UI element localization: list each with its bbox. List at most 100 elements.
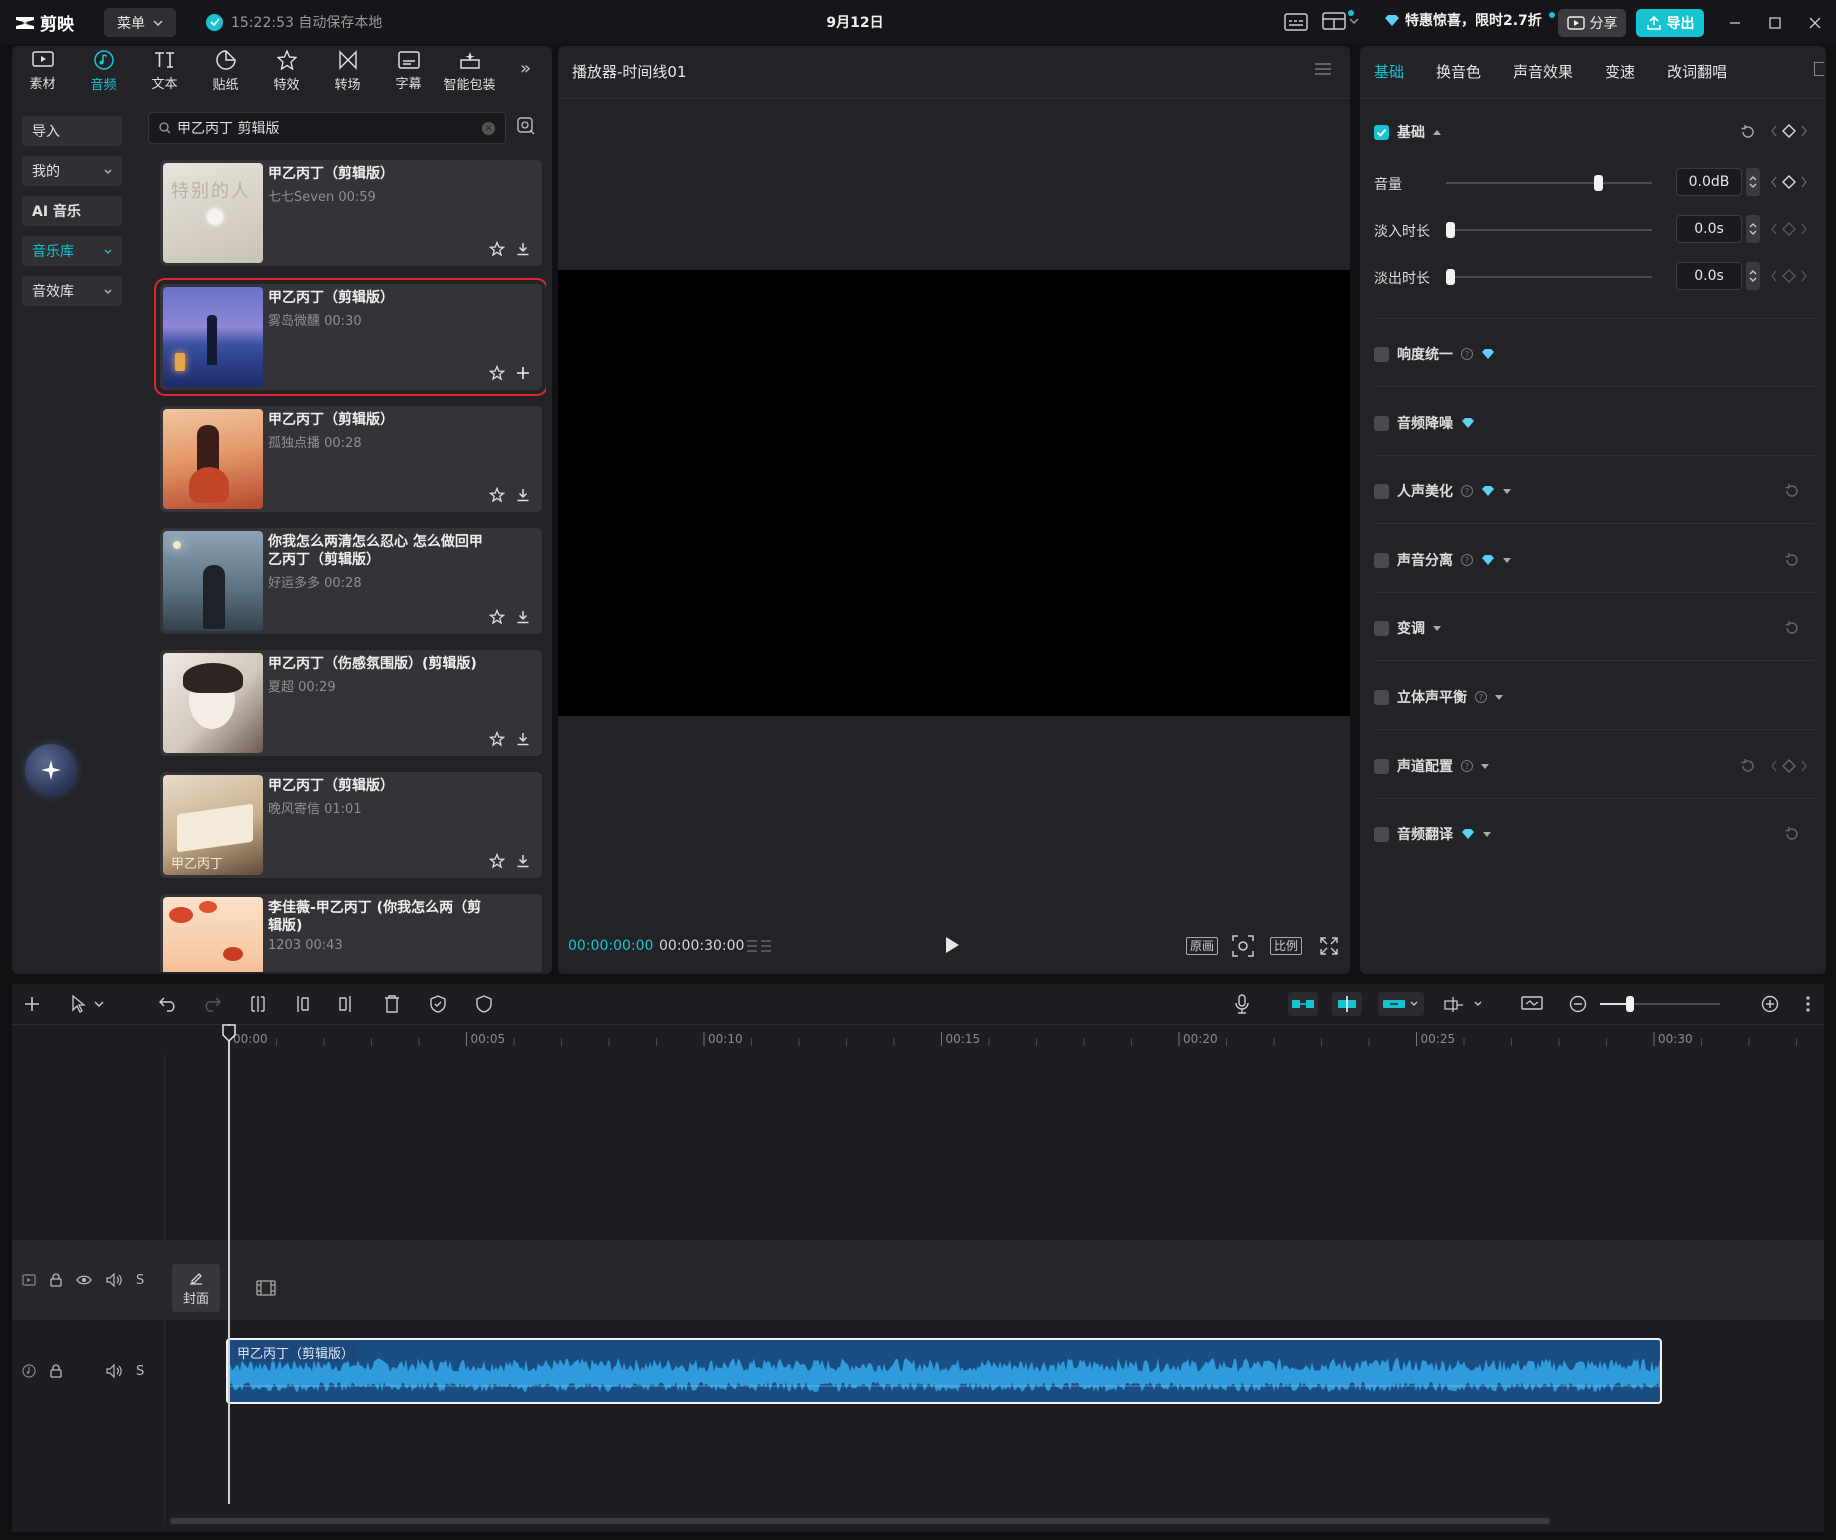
volume-keyframe-nav[interactable] <box>1770 175 1808 189</box>
feature-row[interactable]: 音频降噪 <box>1374 409 1814 437</box>
delete-icon[interactable] <box>380 992 404 1016</box>
play-button[interactable] <box>944 936 960 954</box>
help-icon[interactable]: ? <box>1461 554 1473 566</box>
tab-media[interactable]: 素材 <box>12 46 73 96</box>
main-video-track[interactable] <box>12 1240 1824 1320</box>
caret-down-icon[interactable] <box>1495 694 1503 700</box>
basic-section-header[interactable]: 基础 <box>1374 122 1441 142</box>
more-options-icon[interactable] <box>1796 992 1820 1016</box>
hamburger-menu-icon[interactable] <box>1314 62 1332 76</box>
eye-icon[interactable] <box>76 1274 92 1286</box>
add-to-track-icon[interactable] <box>512 362 534 384</box>
download-icon[interactable] <box>512 850 534 872</box>
fadeout-input[interactable]: 0.0s <box>1676 262 1742 290</box>
split-right-icon[interactable] <box>334 992 358 1016</box>
favorite-icon[interactable] <box>486 238 508 260</box>
lock-icon[interactable] <box>50 1364 62 1378</box>
download-icon[interactable] <box>512 238 534 260</box>
preview-axis-icon[interactable] <box>1442 992 1488 1016</box>
shield-check-icon[interactable] <box>426 992 450 1016</box>
clear-search-icon[interactable]: × <box>482 121 495 135</box>
panel-collapse-icon[interactable] <box>1814 62 1824 76</box>
split-left-icon[interactable] <box>290 992 314 1016</box>
volume-slider-handle[interactable] <box>1594 175 1603 191</box>
help-icon[interactable]: ? <box>1461 348 1473 360</box>
keyframe-nav[interactable] <box>1770 124 1808 138</box>
focus-icon[interactable] <box>1232 934 1254 958</box>
volume-slider[interactable] <box>1446 182 1652 184</box>
original-quality-button[interactable]: 原画 <box>1186 934 1219 958</box>
select-tool-icon[interactable] <box>68 992 108 1016</box>
tab-audio[interactable]: 音频 <box>73 46 134 96</box>
shield-icon[interactable] <box>472 992 496 1016</box>
feature-row[interactable]: 音频翻译 <box>1374 820 1814 848</box>
fullscreen-icon[interactable] <box>1320 934 1338 958</box>
zoom-in-icon[interactable] <box>1758 992 1782 1016</box>
tab-basic[interactable]: 基础 <box>1374 61 1404 82</box>
add-track-icon[interactable] <box>20 992 44 1016</box>
song-card[interactable]: 甲乙丙丁（伤感氛围版）(剪辑版) 夏超 00:29 <box>160 650 542 756</box>
fadein-stepper[interactable] <box>1746 215 1760 243</box>
tab-sound-effects[interactable]: 声音效果 <box>1513 61 1573 82</box>
cover-button[interactable]: 封面 <box>172 1264 220 1312</box>
reset-icon[interactable] <box>1784 483 1800 499</box>
volume-stepper[interactable] <box>1746 168 1760 196</box>
side-cat-mine[interactable]: 我的 <box>22 156 122 186</box>
tab-voice-change[interactable]: 换音色 <box>1436 61 1481 82</box>
download-icon[interactable] <box>512 606 534 628</box>
ai-assistant-button[interactable] <box>25 744 77 796</box>
favorite-icon[interactable] <box>486 850 508 872</box>
playhead-handle[interactable] <box>222 1024 236 1042</box>
volume-input[interactable]: 0.0dB <box>1676 168 1742 196</box>
help-icon[interactable]: ? <box>1461 760 1473 772</box>
caret-down-icon[interactable] <box>1483 831 1491 837</box>
search-input[interactable] <box>177 120 476 136</box>
favorite-icon[interactable] <box>486 606 508 628</box>
fadeout-stepper[interactable] <box>1746 262 1760 290</box>
feature-checkbox[interactable] <box>1374 552 1389 568</box>
keyframe-icon[interactable] <box>1782 124 1796 138</box>
caret-down-icon[interactable] <box>1433 625 1441 631</box>
song-card[interactable]: 李佳薇-甲乙丙丁 (你我怎么两（剪辑版) 1203 00:43 <box>160 894 542 972</box>
download-icon[interactable] <box>512 728 534 750</box>
tab-speed[interactable]: 变速 <box>1605 61 1635 82</box>
help-icon[interactable]: ? <box>1461 485 1473 497</box>
tab-cover-song[interactable]: 改词翻唱 <box>1667 61 1727 82</box>
song-card[interactable]: 甲乙丙丁 甲乙丙丁（剪辑版） 晚风寄信 01:01 <box>160 772 542 878</box>
side-cat-sound-effects[interactable]: 音效库 <box>22 276 122 306</box>
fadein-input[interactable]: 0.0s <box>1676 215 1742 243</box>
more-tabs-icon[interactable]: » <box>520 58 531 79</box>
menu-button[interactable]: 菜单 <box>104 8 176 37</box>
feature-checkbox[interactable] <box>1374 826 1389 842</box>
reset-icon[interactable] <box>1740 124 1756 140</box>
feature-checkbox[interactable] <box>1374 689 1389 705</box>
timeline-preview-icon[interactable] <box>1520 992 1544 1016</box>
promo-banner[interactable]: 特惠惊喜，限时2.7折 <box>1384 10 1555 30</box>
feature-row[interactable]: 声音分离? <box>1374 546 1814 574</box>
tab-text[interactable]: 文本 <box>134 46 195 96</box>
reset-icon[interactable] <box>1784 552 1800 568</box>
basic-checkbox[interactable] <box>1374 124 1389 140</box>
fadein-slider-handle[interactable] <box>1446 222 1455 238</box>
side-cat-ai-music[interactable]: AI 音乐 <box>22 196 122 226</box>
song-card[interactable]: 你我怎么两清怎么忍心 怎么做回甲乙丙丁（剪辑版） 好运多多 00:28 <box>160 528 542 634</box>
audio-clip[interactable]: 甲乙丙丁（剪辑版） <box>226 1338 1662 1404</box>
feature-row[interactable]: 变调 <box>1374 614 1814 642</box>
aspect-ratio-button[interactable]: 比例 <box>1270 934 1303 958</box>
fadeout-slider-handle[interactable] <box>1446 269 1455 285</box>
song-card[interactable]: 甲乙丙丁（剪辑版） 孤独点播 00:28 <box>160 406 542 512</box>
feature-checkbox[interactable] <box>1374 758 1389 774</box>
tab-sticker[interactable]: 贴纸 <box>195 46 256 96</box>
speaker-icon[interactable] <box>106 1364 122 1378</box>
linkage-icon[interactable] <box>1378 992 1424 1016</box>
solo-toggle[interactable]: S <box>136 1364 144 1379</box>
timeline-scrollbar[interactable] <box>170 1518 1550 1524</box>
caret-down-icon[interactable] <box>1481 763 1489 769</box>
help-icon[interactable]: ? <box>1475 691 1487 703</box>
undo-icon[interactable] <box>156 992 180 1016</box>
side-cat-music-library[interactable]: 音乐库 <box>22 236 122 266</box>
song-card[interactable]: 特别的人 甲乙丙丁（剪辑版） 七七Seven 00:59 <box>160 160 542 266</box>
caret-down-icon[interactable] <box>1503 557 1511 563</box>
preview-canvas[interactable] <box>558 270 1350 716</box>
layout-icon[interactable] <box>1322 10 1362 32</box>
